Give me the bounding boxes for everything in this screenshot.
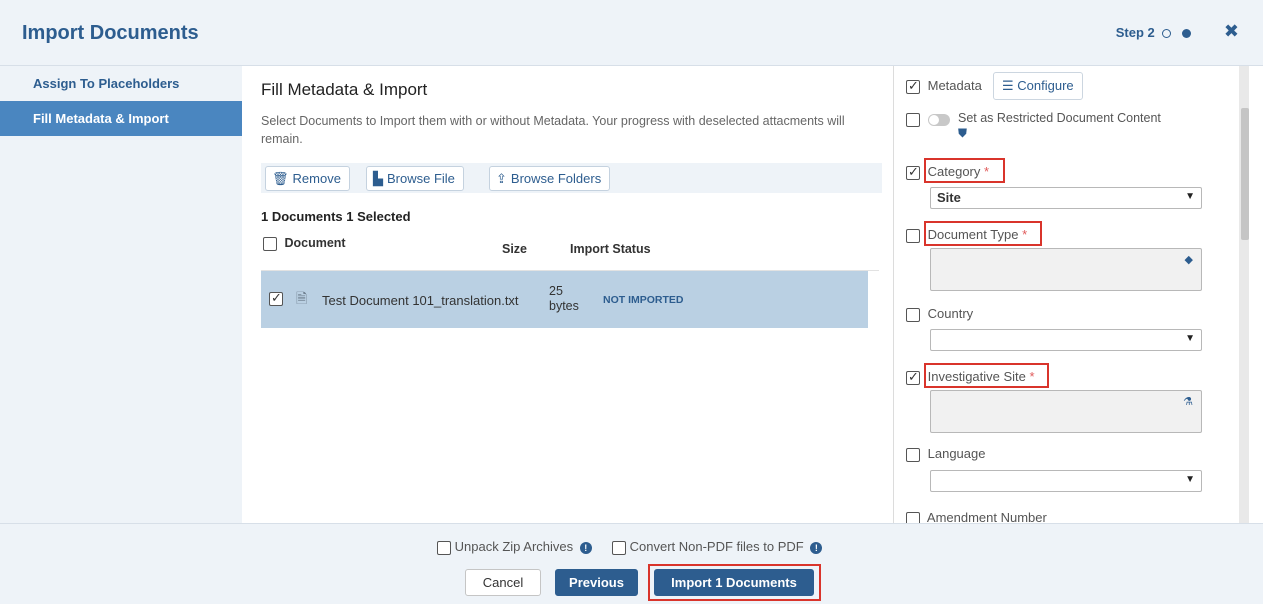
documents-panel: Fill Metadata & Import Select Documents … (242, 66, 892, 523)
close-icon[interactable]: ✖ (1224, 21, 1239, 42)
convert-pdf-checkbox[interactable] (612, 540, 626, 555)
country-label: Country (927, 306, 974, 321)
trash-icon: 🗑 (272, 171, 289, 186)
document-type-highlight (924, 221, 1042, 246)
nav-item-assign-to-placeholders[interactable]: Assign To Placeholders (0, 66, 242, 101)
step-indicator: Step 2 (1116, 25, 1191, 40)
restricted-content-field: Set as Restricted Document Content ⛊ (906, 111, 1206, 140)
metadata-checkbox[interactable] (906, 78, 920, 94)
metadata-toggle: Metadata (906, 78, 982, 94)
chevron-down-icon: ▼ (1185, 333, 1195, 344)
restricted-checkbox[interactable] (906, 112, 920, 127)
metadata-scrollbar-thumb[interactable] (1241, 108, 1249, 240)
unpack-zip-option: Unpack Zip Archives ! (437, 539, 592, 555)
dialog-header: Import Documents Step 2 ✖ (0, 0, 1263, 66)
info-icon[interactable]: ! (579, 541, 592, 554)
convert-pdf-label: Convert Non-PDF files to PDF (629, 539, 804, 554)
size-column-header: Size (502, 242, 528, 256)
row-checkbox[interactable] (269, 290, 283, 306)
language-checkbox[interactable] (906, 447, 920, 462)
category-highlight (924, 158, 1005, 183)
sliders-icon: ☰ (1002, 78, 1014, 93)
unpack-zip-checkbox[interactable] (437, 540, 451, 555)
step-2-dot (1182, 29, 1191, 39)
import-status-column-header: Import Status (570, 242, 651, 256)
document-name: Test Document 101_translation.txt (322, 293, 519, 308)
restricted-label: Set as Restricted Document Content (958, 111, 1161, 125)
language-label: Language (927, 446, 986, 461)
table-row[interactable]: 🗎 Test Document 101_translation.txt 25 b… (261, 271, 868, 328)
convert-pdf-option: Convert Non-PDF files to PDF ! (612, 539, 823, 555)
import-status-badge: NOT IMPORTED (603, 294, 684, 306)
cancel-button[interactable]: Cancel (465, 569, 541, 596)
investigative-site-highlight (924, 363, 1049, 388)
text-file-icon: 🗎 (296, 290, 308, 306)
amendment-number-label: Amendment Number (926, 510, 1047, 523)
document-type-checkbox[interactable] (906, 228, 920, 243)
previous-button[interactable]: Previous (555, 569, 638, 596)
document-size: 25 bytes (549, 284, 579, 313)
selection-count: 1 Documents 1 Selected (261, 209, 411, 224)
dialog-title: Import Documents (22, 22, 199, 44)
category-select[interactable]: Site ▼ (930, 187, 1202, 209)
upload-icon: ⇪ (496, 171, 507, 186)
step-label: Step 2 (1115, 25, 1155, 40)
country-select[interactable]: ▼ (930, 329, 1202, 351)
info-icon[interactable]: ! (810, 541, 823, 554)
browse-folders-button[interactable]: ⇪ Browse Folders (489, 166, 611, 191)
section-title: Fill Metadata & Import (261, 80, 428, 99)
dialog-footer: Unpack Zip Archives ! Convert Non-PDF fi… (0, 523, 1263, 604)
file-icon: ▙ (373, 171, 383, 186)
tag-icon: ◆ (1184, 254, 1193, 266)
metadata-panel: Metadata ☰ Configure Set as Restricted D… (893, 66, 1248, 523)
investigative-site-checkbox[interactable] (906, 369, 920, 385)
select-all-checkbox[interactable] (263, 236, 277, 251)
category-checkbox[interactable] (906, 164, 920, 180)
step-navigation: Assign To Placeholders Fill Metadata & I… (0, 66, 242, 523)
document-type-input[interactable]: ◆ (930, 248, 1202, 291)
amendment-number-field: Amendment Number (906, 510, 1047, 523)
documents-toolbar: 🗑 Remove ▙ Browse File ⇪ Browse Folders (261, 163, 882, 193)
step-1-dot (1162, 29, 1172, 39)
amendment-number-checkbox[interactable] (906, 511, 920, 523)
country-checkbox[interactable] (906, 307, 920, 322)
document-column-header: Document (263, 236, 346, 251)
country-field: Country (906, 306, 973, 322)
chevron-down-icon: ▼ (1185, 474, 1195, 485)
configure-button[interactable]: ☰ Configure (993, 72, 1083, 100)
shield-icon: ⛊ (958, 126, 968, 140)
flask-icon: ⚗ (1183, 396, 1193, 408)
remove-button[interactable]: 🗑 Remove (265, 166, 350, 191)
restricted-toggle[interactable] (927, 113, 950, 126)
chevron-down-icon: ▼ (1185, 191, 1195, 202)
unpack-zip-label: Unpack Zip Archives (454, 539, 574, 554)
language-select[interactable]: ▼ (930, 470, 1202, 492)
nav-item-fill-metadata[interactable]: Fill Metadata & Import (0, 101, 242, 136)
investigative-site-input[interactable]: ⚗ (930, 390, 1202, 433)
section-description: Select Documents to Import them with or … (261, 114, 845, 146)
language-field: Language (906, 446, 985, 462)
browse-file-button[interactable]: ▙ Browse File (366, 166, 464, 191)
import-documents-button[interactable]: Import 1 Documents (654, 569, 814, 596)
